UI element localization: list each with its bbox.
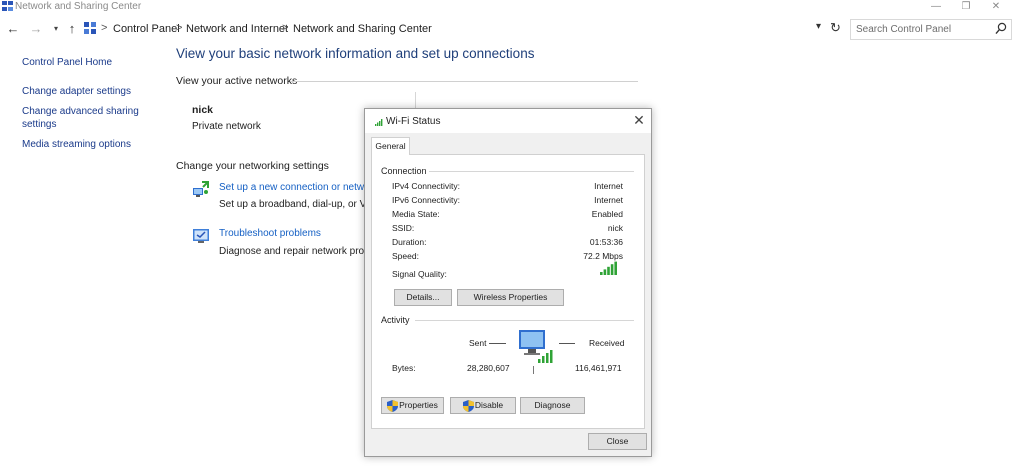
connection-group-rule bbox=[429, 171, 634, 172]
signal-quality-label: Signal Quality: bbox=[392, 269, 447, 279]
duration-label: Duration: bbox=[392, 237, 427, 247]
back-arrow-icon[interactable]: ← bbox=[6, 21, 20, 37]
tab-general[interactable]: General bbox=[371, 137, 410, 155]
network-type[interactable]: Private network bbox=[192, 121, 261, 132]
refresh-icon[interactable]: ↻ bbox=[830, 20, 841, 36]
breadcrumb-control-panel[interactable]: Control Panel bbox=[113, 23, 180, 35]
ipv6-connectivity-label: IPv6 Connectivity: bbox=[392, 195, 461, 205]
sidebar-item-change-adapter-settings[interactable]: Change adapter settings bbox=[22, 85, 131, 98]
disable-button-label: Disable bbox=[474, 400, 504, 410]
recent-locations-chevron-icon[interactable]: ▾ bbox=[49, 21, 63, 37]
properties-button-label: Properties bbox=[399, 400, 438, 410]
properties-button[interactable]: Properties bbox=[381, 397, 444, 414]
disable-button[interactable]: Disable bbox=[450, 397, 516, 414]
signal-bar bbox=[610, 264, 614, 275]
window-titlebar: Network and Sharing Center — ❐ ✕ bbox=[0, 0, 1012, 15]
connection-group-label: Connection bbox=[381, 166, 427, 176]
network-app-icon bbox=[2, 1, 13, 11]
address-dropdown-chevron-icon[interactable]: ▾ bbox=[816, 21, 821, 32]
sidebar-item-control-panel-home[interactable]: Control Panel Home bbox=[22, 56, 112, 69]
close-button[interactable]: Close bbox=[588, 433, 647, 450]
dialog-title: Wi-Fi Status bbox=[386, 116, 441, 127]
sidebar-item-change-advanced-sharing-settings[interactable]: Change advanced sharing settings bbox=[22, 105, 140, 131]
troubleshoot-problems-link[interactable]: Troubleshoot problems bbox=[219, 228, 321, 239]
signal-bar bbox=[600, 272, 603, 275]
activity-group-rule bbox=[415, 320, 634, 321]
sent-dash bbox=[489, 343, 506, 344]
duration-value: 01:53:36 bbox=[589, 237, 623, 247]
signal-bar bbox=[603, 269, 607, 275]
sidebar-item-media-streaming-options[interactable]: Media streaming options bbox=[22, 138, 131, 151]
sent-label: Sent bbox=[469, 338, 487, 348]
breadcrumb-network-and-sharing-center[interactable]: Network and Sharing Center bbox=[293, 23, 432, 35]
active-networks-heading: View your active networks bbox=[176, 75, 298, 87]
bytes-sent-value: 28,280,607 bbox=[467, 363, 510, 373]
received-dash bbox=[559, 343, 575, 344]
network-name: nick bbox=[192, 104, 214, 116]
section-divider bbox=[290, 81, 638, 82]
signal-quality-bars-icon bbox=[600, 261, 617, 275]
media-state-label: Media State: bbox=[392, 209, 440, 219]
breadcrumb-separator: > bbox=[101, 22, 108, 34]
signal-bar bbox=[614, 261, 617, 275]
media-state-value: Enabled bbox=[591, 209, 623, 219]
window-title: Network and Sharing Center bbox=[15, 1, 142, 12]
address-bar: ← → ▾ ↑ > Control Panel > Network and In… bbox=[0, 17, 1012, 43]
set-up-new-connection-link[interactable]: Set up a new connection or network bbox=[219, 182, 378, 193]
new-connection-icon bbox=[193, 181, 209, 197]
breadcrumb-separator: > bbox=[282, 22, 289, 34]
bytes-label: Bytes: bbox=[392, 363, 416, 373]
speed-label: Speed: bbox=[392, 251, 419, 261]
page-title: View your basic network information and … bbox=[176, 46, 535, 61]
breadcrumb-separator: > bbox=[176, 22, 183, 34]
wireless-properties-button[interactable]: Wireless Properties bbox=[457, 289, 564, 306]
received-label: Received bbox=[589, 338, 625, 348]
computer-network-icon bbox=[519, 330, 553, 363]
breadcrumb[interactable]: > Control Panel > Network and Internet >… bbox=[82, 20, 845, 39]
search-input[interactable] bbox=[856, 22, 991, 37]
activity-group-label: Activity bbox=[381, 315, 410, 325]
search-box[interactable] bbox=[850, 19, 1012, 40]
troubleshoot-icon bbox=[193, 229, 209, 243]
signal-bar bbox=[607, 266, 610, 275]
search-icon[interactable] bbox=[995, 22, 1007, 36]
wifi-signal-icon bbox=[375, 119, 383, 126]
dialog-titlebar[interactable]: Wi-Fi Status ✕ bbox=[365, 109, 651, 133]
close-window-button[interactable]: ✕ bbox=[978, 0, 1012, 15]
change-settings-heading: Change your networking settings bbox=[176, 160, 329, 172]
forward-arrow-icon[interactable]: → bbox=[29, 21, 43, 37]
control-panel-icon bbox=[84, 22, 96, 34]
breadcrumb-network-and-internet[interactable]: Network and Internet bbox=[186, 23, 288, 35]
activity-divider bbox=[533, 366, 534, 374]
ssid-label: SSID: bbox=[392, 223, 415, 233]
wifi-status-dialog: Wi-Fi Status ✕ General Connection IPv4 C… bbox=[364, 108, 652, 457]
uac-shield-icon bbox=[462, 399, 474, 412]
diagnose-button[interactable]: Diagnose bbox=[520, 397, 585, 414]
up-arrow-icon[interactable]: ↑ bbox=[65, 21, 79, 37]
uac-shield-icon bbox=[387, 399, 399, 412]
ipv4-connectivity-value: Internet bbox=[594, 181, 623, 191]
ipv4-connectivity-label: IPv4 Connectivity: bbox=[392, 181, 461, 191]
details-button[interactable]: Details... bbox=[394, 289, 452, 306]
ipv6-connectivity-value: Internet bbox=[594, 195, 623, 205]
speed-value: 72.2 Mbps bbox=[583, 251, 623, 261]
bytes-received-value: 116,461,971 bbox=[575, 363, 622, 373]
dialog-close-icon[interactable]: ✕ bbox=[631, 112, 647, 128]
ssid-value: nick bbox=[607, 223, 623, 233]
